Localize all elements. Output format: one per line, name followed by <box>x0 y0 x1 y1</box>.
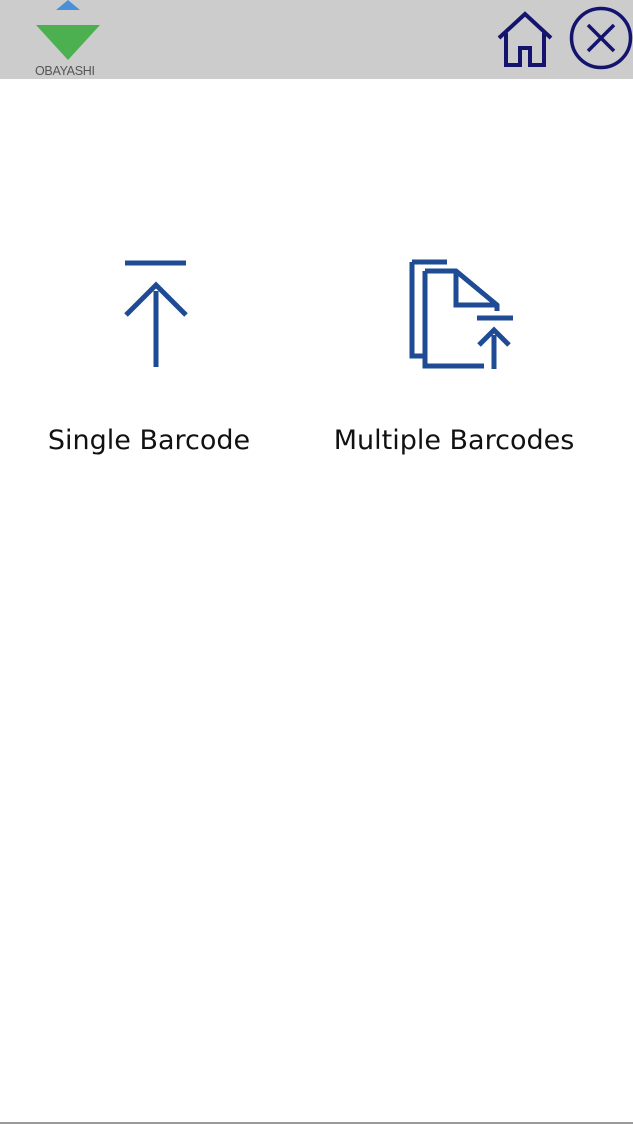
logo-text: OBAYASHI <box>35 64 95 78</box>
documents-upload-icon <box>409 259 513 369</box>
home-icon <box>497 11 553 67</box>
obayashi-logo: OBAYASHI <box>30 0 106 79</box>
home-button[interactable] <box>494 10 556 70</box>
close-circle-icon <box>569 6 633 70</box>
close-button[interactable] <box>568 6 633 72</box>
multiple-barcodes-button[interactable]: Multiple Barcodes <box>318 240 590 480</box>
upload-arrow-icon <box>124 260 188 367</box>
multiple-barcodes-label: Multiple Barcodes <box>333 425 575 456</box>
top-bar: OBAYASHI <box>0 0 633 79</box>
single-barcode-label: Single Barcode <box>47 425 251 456</box>
single-barcode-button[interactable]: Single Barcode <box>20 240 278 480</box>
